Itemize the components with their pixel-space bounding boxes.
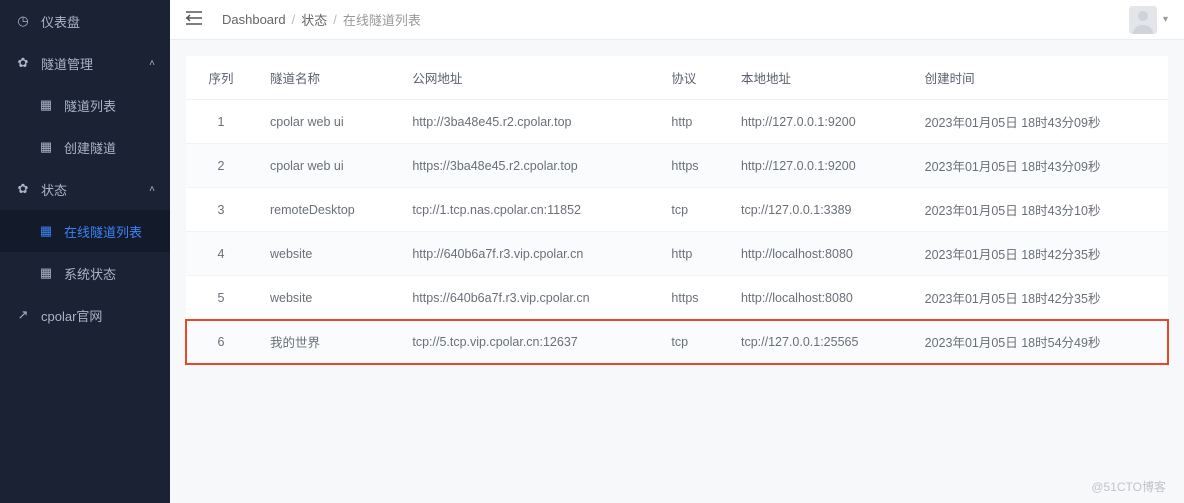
cell-created: 2023年01月05日 18时43分09秒 (911, 144, 1168, 188)
sidebar-item-tunnel-manage[interactable]: ✿ 隧道管理 ˄ (0, 42, 170, 84)
cell-seq: 2 (186, 144, 256, 188)
sidebar-item-label: 在线隧道列表 (64, 222, 142, 241)
cell-local: http://127.0.0.1:9200 (727, 144, 911, 188)
table-row: 6我的世界tcp://5.tcp.vip.cpolar.cn:12637tcpt… (186, 320, 1168, 364)
cog-icon: ✿ (15, 181, 31, 197)
breadcrumb-root[interactable]: Dashboard (222, 12, 286, 27)
cell-public: https://3ba48e45.r2.cpolar.top (398, 144, 657, 188)
cell-name: remoteDesktop (256, 188, 398, 232)
sidebar-item-cpolar-site[interactable]: ↗ cpolar官网 (0, 294, 170, 336)
cell-created: 2023年01月05日 18时43分09秒 (911, 100, 1168, 144)
header: Dashboard / 状态 / 在线隧道列表 ▾ (170, 0, 1184, 40)
table-row: 2cpolar web uihttps://3ba48e45.r2.cpolar… (186, 144, 1168, 188)
cell-public: https://640b6a7f.r3.vip.cpolar.cn (398, 276, 657, 320)
cog-icon: ✿ (15, 55, 31, 71)
col-proto: 协议 (657, 56, 727, 100)
cell-local: http://localhost:8080 (727, 276, 911, 320)
sidebar-item-label: 仪表盘 (41, 12, 80, 31)
grid-icon: ▦ (38, 223, 54, 239)
grid-icon: ▦ (38, 265, 54, 281)
cell-seq: 3 (186, 188, 256, 232)
breadcrumb-mid[interactable]: 状态 (301, 10, 327, 29)
col-seq: 序列 (186, 56, 256, 100)
cell-proto: http (657, 100, 727, 144)
user-menu[interactable]: ▾ (1129, 6, 1168, 34)
cell-proto: tcp (657, 320, 727, 364)
chevron-up-icon: ˄ (149, 184, 155, 195)
col-public: 公网地址 (398, 56, 657, 100)
sidebar-item-label: 隧道管理 (41, 54, 93, 73)
col-name: 隧道名称 (256, 56, 398, 100)
table-row: 1cpolar web uihttp://3ba48e45.r2.cpolar.… (186, 100, 1168, 144)
breadcrumb-sep: / (292, 12, 296, 27)
tunnel-table: 序列 隧道名称 公网地址 协议 本地地址 创建时间 1cpolar web ui… (186, 56, 1168, 364)
avatar (1129, 6, 1157, 34)
cell-seq: 1 (186, 100, 256, 144)
table-row: 3remoteDesktoptcp://1.tcp.nas.cpolar.cn:… (186, 188, 1168, 232)
table-row: 5websitehttps://640b6a7f.r3.vip.cpolar.c… (186, 276, 1168, 320)
cell-proto: http (657, 232, 727, 276)
cell-created: 2023年01月05日 18时42分35秒 (911, 276, 1168, 320)
cell-seq: 6 (186, 320, 256, 364)
menu-toggle-icon[interactable] (186, 11, 202, 28)
table-header-row: 序列 隧道名称 公网地址 协议 本地地址 创建时间 (186, 56, 1168, 100)
cell-public: http://640b6a7f.r3.vip.cpolar.cn (398, 232, 657, 276)
breadcrumb: Dashboard / 状态 / 在线隧道列表 (222, 10, 421, 29)
dashboard-icon: ◷ (15, 13, 31, 29)
sidebar-item-label: 隧道列表 (64, 96, 116, 115)
external-link-icon: ↗ (15, 307, 31, 323)
cell-name: cpolar web ui (256, 144, 398, 188)
chevron-down-icon: ▾ (1163, 14, 1168, 25)
cell-created: 2023年01月05日 18时54分49秒 (911, 320, 1168, 364)
col-created: 创建时间 (911, 56, 1168, 100)
grid-icon: ▦ (38, 139, 54, 155)
sidebar-item-online-tunnels[interactable]: ▦ 在线隧道列表 (0, 210, 170, 252)
sidebar-item-tunnel-list[interactable]: ▦ 隧道列表 (0, 84, 170, 126)
cell-proto: https (657, 144, 727, 188)
cell-local: tcp://127.0.0.1:3389 (727, 188, 911, 232)
watermark: @51CTO博客 (1091, 478, 1166, 495)
breadcrumb-sep: / (333, 12, 337, 27)
cell-name: 我的世界 (256, 320, 398, 364)
sidebar-item-system-status[interactable]: ▦ 系统状态 (0, 252, 170, 294)
cell-public: tcp://1.tcp.nas.cpolar.cn:11852 (398, 188, 657, 232)
cell-public: http://3ba48e45.r2.cpolar.top (398, 100, 657, 144)
cell-name: website (256, 232, 398, 276)
content: 序列 隧道名称 公网地址 协议 本地地址 创建时间 1cpolar web ui… (170, 40, 1184, 503)
chevron-up-icon: ˄ (149, 58, 155, 69)
sidebar-item-label: cpolar官网 (41, 306, 102, 325)
cell-name: website (256, 276, 398, 320)
cell-local: http://127.0.0.1:9200 (727, 100, 911, 144)
grid-icon: ▦ (38, 97, 54, 113)
breadcrumb-current: 在线隧道列表 (343, 10, 421, 29)
table-row: 4websitehttp://640b6a7f.r3.vip.cpolar.cn… (186, 232, 1168, 276)
tunnel-table-card: 序列 隧道名称 公网地址 协议 本地地址 创建时间 1cpolar web ui… (186, 56, 1168, 364)
sidebar: ◷ 仪表盘 ✿ 隧道管理 ˄ ▦ 隧道列表 ▦ 创建隧道 ✿ 状态 ˄ ▦ 在线… (0, 0, 170, 503)
cell-created: 2023年01月05日 18时42分35秒 (911, 232, 1168, 276)
cell-seq: 4 (186, 232, 256, 276)
sidebar-item-status[interactable]: ✿ 状态 ˄ (0, 168, 170, 210)
col-local: 本地地址 (727, 56, 911, 100)
sidebar-item-create-tunnel[interactable]: ▦ 创建隧道 (0, 126, 170, 168)
cell-name: cpolar web ui (256, 100, 398, 144)
cell-created: 2023年01月05日 18时43分10秒 (911, 188, 1168, 232)
cell-proto: tcp (657, 188, 727, 232)
cell-local: http://localhost:8080 (727, 232, 911, 276)
cell-local: tcp://127.0.0.1:25565 (727, 320, 911, 364)
cell-proto: https (657, 276, 727, 320)
cell-public: tcp://5.tcp.vip.cpolar.cn:12637 (398, 320, 657, 364)
cell-seq: 5 (186, 276, 256, 320)
sidebar-item-dashboard[interactable]: ◷ 仪表盘 (0, 0, 170, 42)
sidebar-item-label: 创建隧道 (64, 138, 116, 157)
sidebar-item-label: 系统状态 (64, 264, 116, 283)
sidebar-item-label: 状态 (41, 180, 67, 199)
